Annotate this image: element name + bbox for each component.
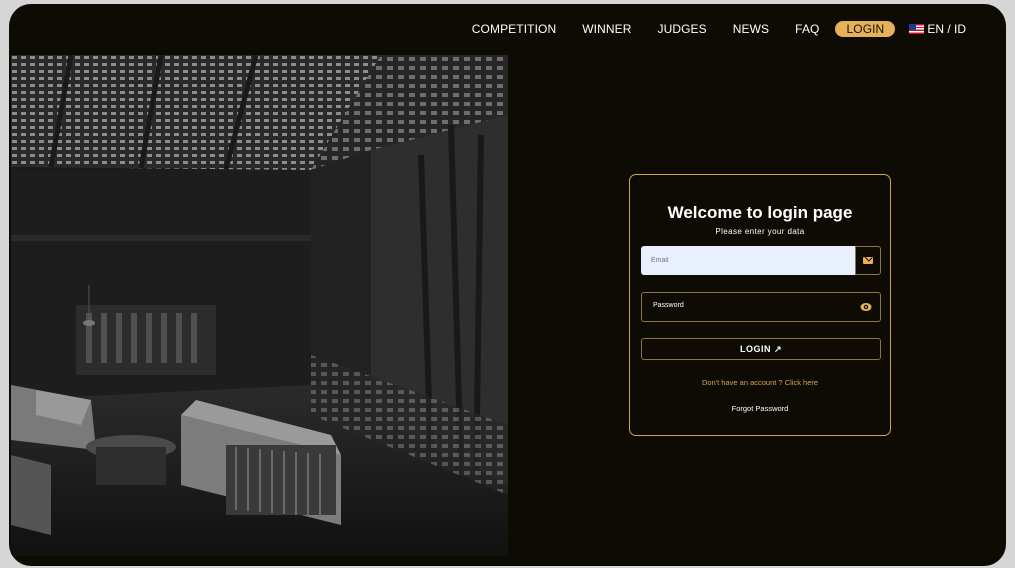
page-frame: COMPETITION WINNER JUDGES NEWS FAQ LOGIN…	[9, 4, 1006, 566]
top-navigation: COMPETITION WINNER JUDGES NEWS FAQ LOGIN…	[472, 21, 966, 37]
nav-news[interactable]: NEWS	[733, 22, 769, 36]
nav-judges[interactable]: JUDGES	[657, 22, 706, 36]
register-link[interactable]: Don't have an account ? Click here	[630, 378, 890, 387]
login-card: Welcome to login page Please enter your …	[629, 174, 891, 436]
email-field[interactable]	[641, 246, 855, 275]
language-label: EN / ID	[927, 22, 966, 36]
login-submit-button[interactable]: LOGIN ↗	[641, 338, 881, 360]
nav-login-button[interactable]: LOGIN	[835, 21, 896, 37]
password-field[interactable]: Password	[641, 292, 881, 322]
us-flag-icon	[909, 24, 925, 34]
nav-faq[interactable]: FAQ	[795, 22, 819, 36]
language-switcher[interactable]: EN / ID	[909, 22, 966, 36]
nav-competition[interactable]: COMPETITION	[472, 22, 556, 36]
hero-photo	[11, 55, 508, 556]
forgot-password-link[interactable]: Forgot Password	[630, 404, 890, 413]
eye-icon[interactable]	[860, 302, 872, 312]
nav-winner[interactable]: WINNER	[582, 22, 631, 36]
login-subtitle: Please enter your data	[715, 227, 805, 236]
login-title: Welcome to login page	[667, 203, 853, 222]
password-placeholder: Password	[653, 302, 684, 309]
interior-photo-illustration	[11, 55, 508, 556]
envelope-icon	[863, 257, 873, 264]
email-icon-button[interactable]	[855, 246, 881, 275]
